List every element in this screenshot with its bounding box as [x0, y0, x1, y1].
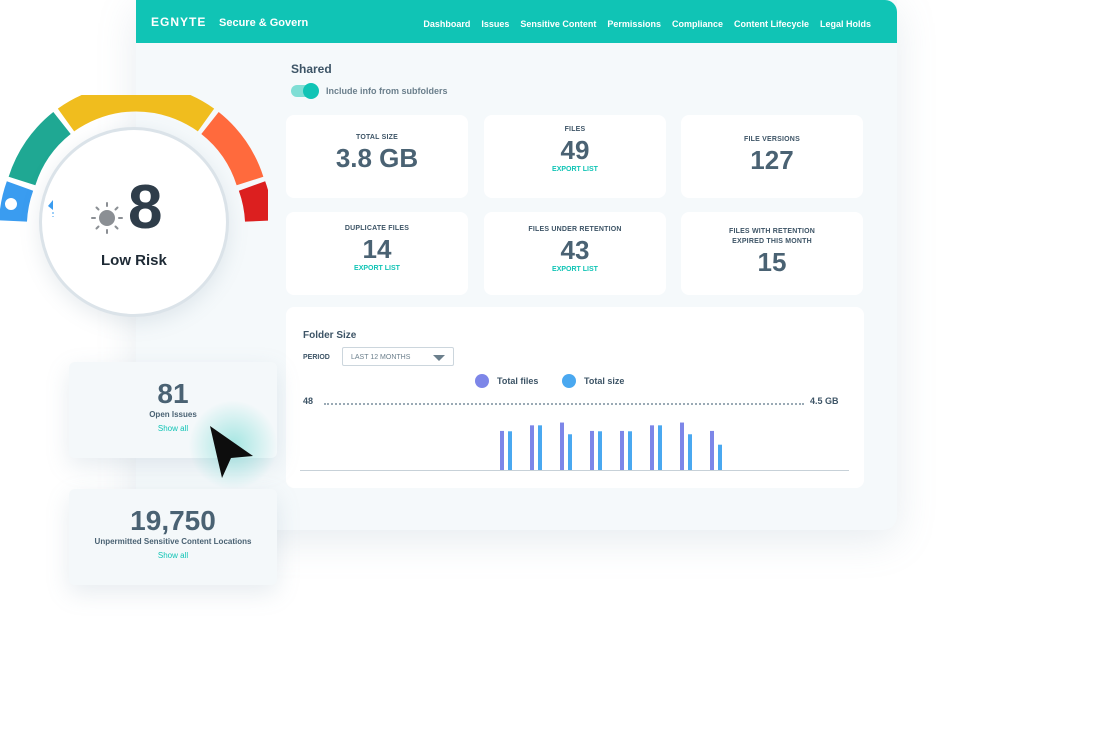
export-list-link[interactable]: EXPORT LIST — [286, 265, 468, 272]
mouse-cursor-icon — [210, 426, 253, 478]
stat-label: FILES — [564, 126, 586, 133]
bar-total-files — [590, 430, 594, 470]
subfolders-toggle-label: Include info from subfolders — [326, 86, 448, 96]
bar-chart — [500, 422, 722, 470]
show-all-link[interactable]: Show all — [69, 551, 277, 560]
stat-label: FILES WITH RETENTION — [728, 228, 816, 235]
bar-total-files — [620, 430, 624, 470]
stat-value: 49 — [560, 135, 590, 165]
toggle-knob — [303, 83, 319, 99]
export-list-link[interactable]: EXPORT LIST — [484, 166, 666, 173]
stat-label: TOTAL SIZE — [355, 134, 399, 141]
stat-label-line2: EXPIRED THIS MONTH — [732, 238, 812, 245]
gauge-marker — [3, 196, 19, 212]
chart-baseline — [300, 470, 849, 471]
sun-icon — [91, 202, 123, 234]
gauge-segment-red — [238, 181, 268, 223]
gauge-segment-orange — [200, 112, 264, 186]
stat-label: FILE VERSIONS — [744, 136, 800, 143]
bar-total-size — [598, 431, 602, 470]
stat-label: FILES UNDER RETENTION — [528, 226, 622, 233]
bar-total-files — [710, 430, 714, 470]
product-name: Secure & Govern — [219, 17, 309, 29]
stat-value: 127 — [750, 145, 794, 175]
bar-total-size — [538, 425, 542, 470]
bar-total-size — [718, 444, 722, 470]
stat-card-files-under-retention: FILES UNDER RETENTION 43 EXPORT LIST — [484, 212, 666, 295]
stat-label: DUPLICATE FILES — [344, 225, 410, 232]
risk-label: Low Risk — [101, 252, 167, 269]
main-nav: Dashboard Issues Sensitive Content Permi… — [423, 19, 871, 29]
stat-card-retention-expired: FILES WITH RETENTION EXPIRED THIS MONTH … — [681, 212, 863, 295]
nav-legal-holds[interactable]: Legal Holds — [820, 19, 871, 29]
bar-total-size — [658, 425, 662, 470]
export-list-link[interactable]: EXPORT LIST — [484, 266, 666, 273]
stat-card-file-versions: FILE VERSIONS 127 — [681, 115, 863, 198]
bar-total-files — [680, 422, 684, 470]
nav-sensitive-content[interactable]: Sensitive Content — [520, 19, 596, 29]
top-nav-bar: EGNYTE Secure & Govern Dashboard Issues … — [136, 0, 897, 43]
stat-card-duplicate-files: DUPLICATE FILES 14 EXPORT LIST — [286, 212, 468, 295]
stat-card-total-size: TOTAL SIZE 3.8 GB — [286, 115, 468, 198]
bar-total-size — [628, 431, 632, 470]
bar-total-size — [568, 434, 572, 470]
stat-value: 3.8 GB — [335, 143, 419, 173]
bar-total-files — [560, 422, 564, 470]
gauge-pointer-icon — [48, 200, 54, 217]
sensitive-content-label: Unpermitted Sensitive Content Locations — [94, 537, 252, 546]
stat-value: 43 — [560, 235, 590, 265]
stat-value: 14 — [362, 234, 392, 264]
stat-value: 15 — [757, 247, 787, 277]
bar-total-files — [530, 425, 534, 470]
nav-dashboard[interactable]: Dashboard — [423, 19, 470, 29]
bar-total-files — [650, 425, 654, 470]
gauge-segment-yellow — [57, 95, 215, 132]
subfolders-toggle[interactable] — [291, 83, 319, 99]
nav-issues[interactable]: Issues — [481, 19, 509, 29]
bar-total-size — [688, 434, 692, 470]
folder-title: Shared — [291, 62, 332, 76]
stat-card-files: FILES 49 EXPORT LIST — [484, 115, 666, 198]
egnyte-logo[interactable]: EGNYTE — [151, 15, 206, 29]
nav-permissions[interactable]: Permissions — [607, 19, 661, 29]
sensitive-content-card[interactable]: 19,750 Unpermitted Sensitive Content Loc… — [69, 489, 277, 585]
sensitive-content-count: 19,750 — [130, 505, 216, 536]
bar-total-files — [500, 430, 504, 470]
nav-compliance[interactable]: Compliance — [672, 19, 723, 29]
nav-content-lifecycle[interactable]: Content Lifecycle — [734, 19, 809, 29]
stage: EGNYTE Secure & Govern Dashboard Issues … — [0, 0, 1101, 734]
bar-total-size — [508, 431, 512, 470]
risk-score: 8 — [128, 173, 163, 242]
folder-size-card: Folder Size PERIOD LAST 12 MONTHS Total … — [286, 307, 864, 488]
